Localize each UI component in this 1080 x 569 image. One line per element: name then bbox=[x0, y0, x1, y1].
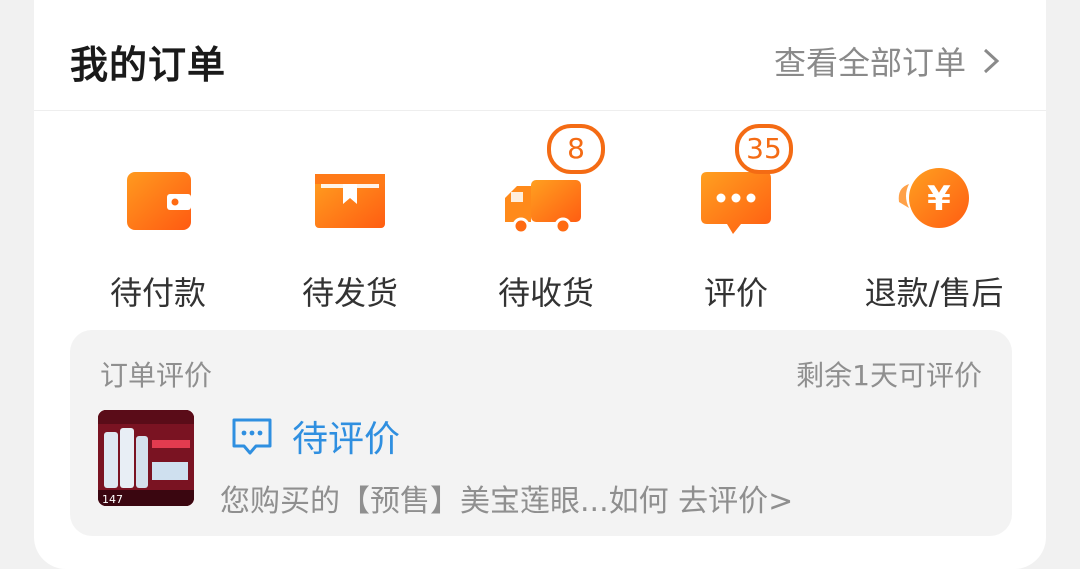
status-refund-aftersale[interactable]: ¥ 退款/售后 bbox=[834, 150, 1034, 314]
svg-text:¥: ¥ bbox=[927, 179, 951, 219]
status-pending-shipment[interactable]: 待发货 bbox=[250, 150, 450, 314]
order-status-row: 待付款 待发货 8 待收货 35 评价 ¥ 退款/售后 bbox=[34, 124, 1046, 312]
status-pending-payment[interactable]: 待付款 bbox=[58, 150, 258, 314]
chevron-right-icon bbox=[983, 48, 1000, 74]
status-label: 待发货 bbox=[301, 274, 398, 312]
pending-review-status[interactable]: 待评价 bbox=[230, 410, 400, 462]
message-dots-icon bbox=[232, 418, 272, 455]
package-box-icon bbox=[315, 174, 385, 228]
review-description-link[interactable]: 您购买的【预售】美宝莲眼...如何 去评价> bbox=[220, 476, 793, 520]
status-label: 待付款 bbox=[109, 274, 206, 312]
refund-yen-icon: ¥ bbox=[898, 168, 969, 228]
status-pending-receipt[interactable]: 8 待收货 bbox=[446, 124, 646, 314]
pending-review-label: 待评价 bbox=[292, 419, 401, 460]
my-orders-card: 我的订单 查看全部订单 待付款 待发货 8 待收货 35 评价 ¥ 退款/售后 … bbox=[34, 0, 1046, 569]
wallet-icon bbox=[127, 172, 191, 230]
orders-header: 我的订单 查看全部订单 bbox=[34, 0, 1046, 111]
orders-title: 我的订单 bbox=[70, 43, 227, 87]
status-review[interactable]: 35 评价 bbox=[636, 124, 836, 314]
product-image: 147 bbox=[98, 410, 194, 506]
view-all-orders-label: 查看全部订单 bbox=[773, 44, 966, 82]
status-label: 评价 bbox=[703, 274, 768, 312]
review-panel-title: 订单评价 bbox=[100, 359, 213, 392]
view-all-orders-link[interactable]: 查看全部订单 bbox=[774, 38, 1002, 84]
order-review-panel[interactable]: 订单评价 剩余1天可评价 147 待评价 您购买的【预售】美宝莲眼...如何 去… bbox=[70, 330, 1012, 536]
status-label: 退款/售后 bbox=[864, 274, 1004, 312]
thumb-price: 147 bbox=[102, 493, 123, 506]
review-remaining-time: 剩余1天可评价 bbox=[796, 359, 982, 392]
review-count-badge: 35 bbox=[735, 124, 793, 174]
product-thumbnail[interactable]: 147 bbox=[98, 410, 194, 506]
status-label: 待收货 bbox=[497, 274, 594, 312]
receipt-count-badge: 8 bbox=[547, 124, 605, 174]
